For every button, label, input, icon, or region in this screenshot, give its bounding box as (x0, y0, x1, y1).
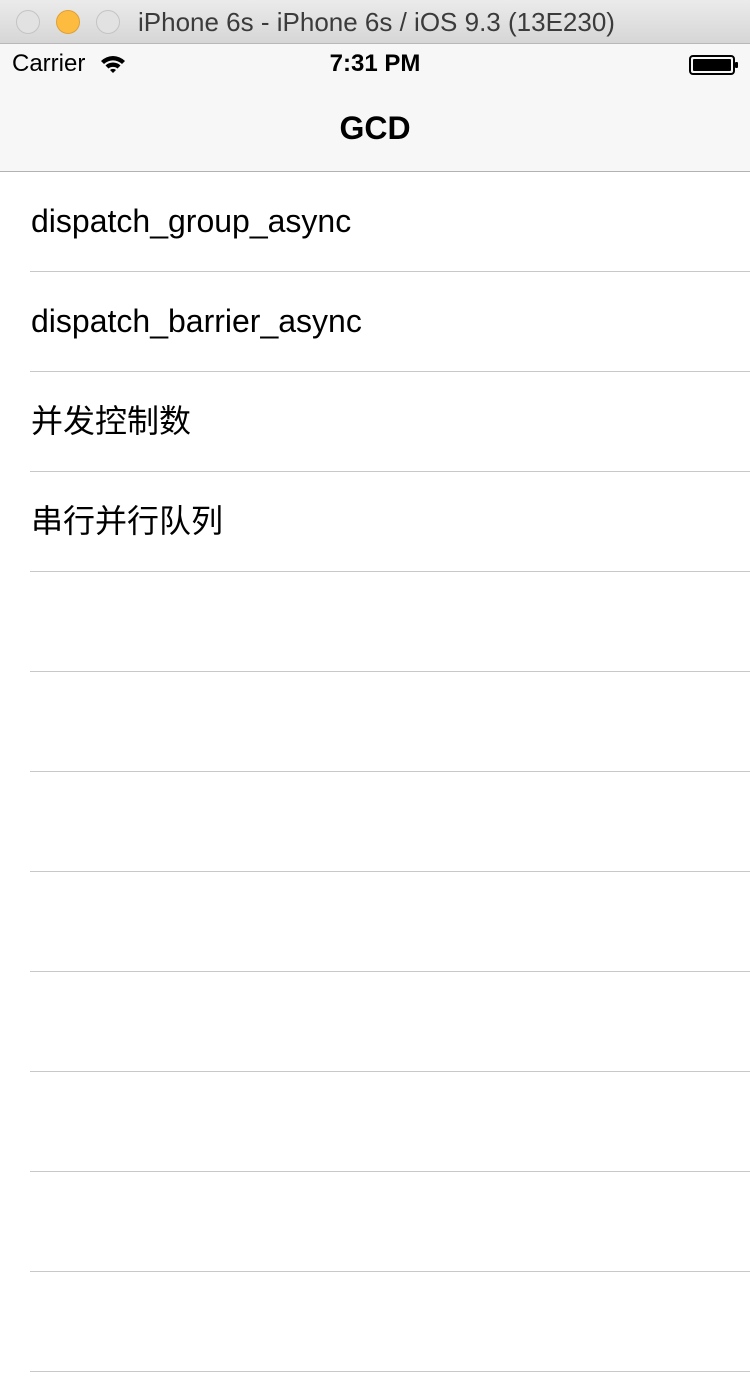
table-row[interactable]: 串行并行队列 (0, 472, 750, 572)
table-row[interactable]: dispatch_barrier_async (0, 272, 750, 372)
row-label: dispatch_group_async (31, 203, 352, 239)
row-label: 串行并行队列 (31, 503, 224, 539)
window-title: iPhone 6s - iPhone 6s / iOS 9.3 (13E230) (138, 7, 615, 37)
status-time: 7:31 PM (329, 50, 421, 77)
table-row[interactable]: 并发控制数 (0, 372, 750, 472)
simulator-title-bar: iPhone 6s - iPhone 6s / iOS 9.3 (13E230) (0, 0, 750, 44)
empty-table-row (0, 772, 750, 872)
navigation-bar: GCD (0, 84, 750, 172)
empty-table-row (0, 972, 750, 1072)
row-label: 并发控制数 (31, 403, 192, 439)
empty-table-row (0, 872, 750, 972)
row-label: dispatch_barrier_async (31, 303, 362, 339)
status-bar: Carrier 7:31 PM (0, 44, 750, 84)
empty-table-row (0, 572, 750, 672)
battery-full-icon (689, 55, 738, 75)
window-minimize-button[interactable] (56, 10, 80, 34)
table-row[interactable]: dispatch_group_async (0, 172, 750, 272)
empty-table-row (0, 1172, 750, 1272)
empty-table-row (0, 1272, 750, 1372)
empty-table-row (0, 672, 750, 772)
nav-title: GCD (339, 110, 411, 146)
window-zoom-button[interactable] (96, 10, 120, 34)
row-separator (30, 1371, 750, 1372)
table-view[interactable]: dispatch_group_async dispatch_barrier_as… (0, 172, 750, 1378)
empty-table-row (0, 1072, 750, 1172)
window-close-button[interactable] (16, 10, 40, 34)
